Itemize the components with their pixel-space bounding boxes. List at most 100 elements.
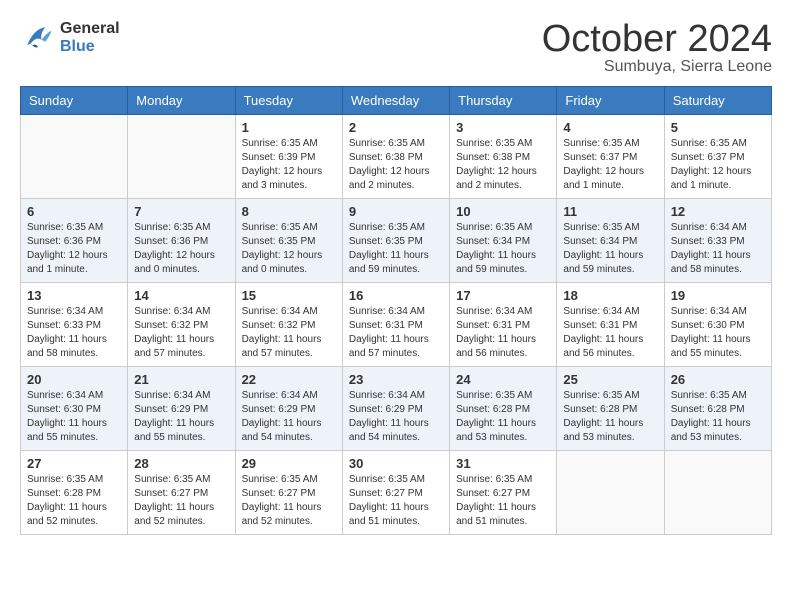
day-info: Sunrise: 6:34 AM Sunset: 6:32 PM Dayligh…: [134, 305, 228, 361]
day-number: 21: [134, 372, 228, 387]
day-info: Sunrise: 6:34 AM Sunset: 6:31 PM Dayligh…: [563, 305, 657, 361]
calendar-day-cell: 23Sunrise: 6:34 AM Sunset: 6:29 PM Dayli…: [342, 367, 449, 451]
calendar-day-cell: 21 Sunrise: 6:34 AM Sunset: 6:29 PM Dayli…: [128, 367, 235, 451]
day-info: Sunrise: 6:34 AM Sunset: 6:32 PM Dayligh…: [242, 305, 336, 361]
day-info: Sunrise: 6:34 AM Sunset: 6:31 PM Dayligh…: [349, 305, 443, 361]
day-number: 7: [134, 204, 228, 219]
calendar-week-row: 20Sunrise: 6:34 AM Sunset: 6:30 PM Dayli…: [21, 367, 772, 451]
calendar-day-cell: 10 Sunrise: 6:35 AM Sunset: 6:34 PM Dayli…: [450, 199, 557, 283]
calendar-day-cell: 15 Sunrise: 6:34 AM Sunset: 6:32 PM Dayli…: [235, 283, 342, 367]
day-number: 15: [242, 288, 336, 303]
calendar-day-cell: [21, 115, 128, 199]
calendar-week-row: 6Sunrise: 6:35 AM Sunset: 6:36 PM Daylig…: [21, 199, 772, 283]
day-number: 4: [563, 120, 657, 135]
day-info: Sunrise: 6:35 AM Sunset: 6:39 PM Dayligh…: [242, 137, 336, 193]
day-info: Sunrise: 6:35 AM Sunset: 6:38 PM Dayligh…: [456, 137, 550, 193]
page-header: General Blue October 2024 Sumbuya, Sierr…: [20, 20, 772, 76]
calendar-day-cell: 28Sunrise: 6:35 AM Sunset: 6:27 PM Dayli…: [128, 451, 235, 535]
weekday-header: Sunday: [21, 87, 128, 115]
day-number: 13: [27, 288, 121, 303]
day-info: Sunrise: 6:35 AM Sunset: 6:27 PM Dayligh…: [134, 473, 228, 529]
day-info: Sunrise: 6:35 AM Sunset: 6:34 PM Dayligh…: [456, 221, 550, 277]
day-info: Sunrise: 6:34 AM Sunset: 6:31 PM Dayligh…: [456, 305, 550, 361]
calendar-day-cell: 27Sunrise: 6:35 AM Sunset: 6:28 PM Dayli…: [21, 451, 128, 535]
day-number: 14: [134, 288, 228, 303]
day-info: Sunrise: 6:34 AM Sunset: 6:29 PM Dayligh…: [134, 389, 228, 445]
calendar-day-cell: 3 Sunrise: 6:35 AM Sunset: 6:38 PM Daylig…: [450, 115, 557, 199]
day-number: 29: [242, 456, 336, 471]
day-number: 5: [671, 120, 765, 135]
calendar-day-cell: 12 Sunrise: 6:34 AM Sunset: 6:33 PM Dayli…: [664, 199, 771, 283]
calendar-day-cell: 17 Sunrise: 6:34 AM Sunset: 6:31 PM Dayli…: [450, 283, 557, 367]
day-number: 10: [456, 204, 550, 219]
day-number: 26: [671, 372, 765, 387]
day-number: 19: [671, 288, 765, 303]
weekday-header: Saturday: [664, 87, 771, 115]
calendar-day-cell: 31Sunrise: 6:35 AM Sunset: 6:27 PM Dayli…: [450, 451, 557, 535]
day-info: Sunrise: 6:35 AM Sunset: 6:37 PM Dayligh…: [671, 137, 765, 193]
calendar-day-cell: 25Sunrise: 6:35 AM Sunset: 6:28 PM Dayli…: [557, 367, 664, 451]
day-number: 17: [456, 288, 550, 303]
calendar-day-cell: 5 Sunrise: 6:35 AM Sunset: 6:37 PM Daylig…: [664, 115, 771, 199]
day-number: 20: [27, 372, 121, 387]
calendar-day-cell: 29 Sunrise: 6:35 AM Sunset: 6:27 PM Dayli…: [235, 451, 342, 535]
day-info: Sunrise: 6:34 AM Sunset: 6:30 PM Dayligh…: [671, 305, 765, 361]
day-info: Sunrise: 6:35 AM Sunset: 6:28 PM Dayligh…: [671, 389, 765, 445]
day-info: Sunrise: 6:34 AM Sunset: 6:29 PM Dayligh…: [242, 389, 336, 445]
day-number: 3: [456, 120, 550, 135]
calendar-header: SundayMondayTuesdayWednesdayThursdayFrid…: [21, 87, 772, 115]
weekday-header: Thursday: [450, 87, 557, 115]
day-info: Sunrise: 6:35 AM Sunset: 6:35 PM Dayligh…: [349, 221, 443, 277]
calendar-day-cell: 6Sunrise: 6:35 AM Sunset: 6:36 PM Daylig…: [21, 199, 128, 283]
day-number: 18: [563, 288, 657, 303]
calendar-day-cell: [557, 451, 664, 535]
calendar-day-cell: 1 Sunrise: 6:35 AM Sunset: 6:39 PM Daylig…: [235, 115, 342, 199]
day-number: 16: [349, 288, 443, 303]
title-block: October 2024 Sumbuya, Sierra Leone: [542, 20, 772, 76]
day-info: Sunrise: 6:35 AM Sunset: 6:27 PM Dayligh…: [242, 473, 336, 529]
month-title: October 2024: [542, 20, 772, 58]
calendar-day-cell: 9Sunrise: 6:35 AM Sunset: 6:35 PM Daylig…: [342, 199, 449, 283]
day-info: Sunrise: 6:35 AM Sunset: 6:34 PM Dayligh…: [563, 221, 657, 277]
calendar-day-cell: 20Sunrise: 6:34 AM Sunset: 6:30 PM Dayli…: [21, 367, 128, 451]
calendar-day-cell: 2 Sunrise: 6:35 AM Sunset: 6:38 PM Daylig…: [342, 115, 449, 199]
header-row: SundayMondayTuesdayWednesdayThursdayFrid…: [21, 87, 772, 115]
day-info: Sunrise: 6:35 AM Sunset: 6:36 PM Dayligh…: [134, 221, 228, 277]
calendar-day-cell: 7 Sunrise: 6:35 AM Sunset: 6:36 PM Daylig…: [128, 199, 235, 283]
logo: General Blue: [20, 20, 120, 56]
day-info: Sunrise: 6:35 AM Sunset: 6:38 PM Dayligh…: [349, 137, 443, 193]
day-number: 1: [242, 120, 336, 135]
logo-icon: [20, 20, 56, 56]
calendar-body: 1 Sunrise: 6:35 AM Sunset: 6:39 PM Daylig…: [21, 115, 772, 535]
day-number: 23: [349, 372, 443, 387]
day-number: 27: [27, 456, 121, 471]
location: Sumbuya, Sierra Leone: [542, 58, 772, 76]
calendar-day-cell: 14 Sunrise: 6:34 AM Sunset: 6:32 PM Dayli…: [128, 283, 235, 367]
calendar-week-row: 27Sunrise: 6:35 AM Sunset: 6:28 PM Dayli…: [21, 451, 772, 535]
day-number: 24: [456, 372, 550, 387]
day-number: 11: [563, 204, 657, 219]
day-info: Sunrise: 6:35 AM Sunset: 6:28 PM Dayligh…: [563, 389, 657, 445]
calendar-day-cell: [664, 451, 771, 535]
day-info: Sunrise: 6:34 AM Sunset: 6:33 PM Dayligh…: [671, 221, 765, 277]
day-info: Sunrise: 6:34 AM Sunset: 6:33 PM Dayligh…: [27, 305, 121, 361]
calendar-day-cell: 18 Sunrise: 6:34 AM Sunset: 6:31 PM Dayli…: [557, 283, 664, 367]
weekday-header: Tuesday: [235, 87, 342, 115]
calendar-day-cell: 22 Sunrise: 6:34 AM Sunset: 6:29 PM Dayli…: [235, 367, 342, 451]
calendar-day-cell: 4Sunrise: 6:35 AM Sunset: 6:37 PM Daylig…: [557, 115, 664, 199]
calendar-day-cell: 8 Sunrise: 6:35 AM Sunset: 6:35 PM Daylig…: [235, 199, 342, 283]
day-info: Sunrise: 6:35 AM Sunset: 6:27 PM Dayligh…: [456, 473, 550, 529]
calendar-day-cell: 24Sunrise: 6:35 AM Sunset: 6:28 PM Dayli…: [450, 367, 557, 451]
weekday-header: Friday: [557, 87, 664, 115]
calendar-day-cell: 26 Sunrise: 6:35 AM Sunset: 6:28 PM Dayli…: [664, 367, 771, 451]
day-number: 2: [349, 120, 443, 135]
calendar-day-cell: 16 Sunrise: 6:34 AM Sunset: 6:31 PM Dayli…: [342, 283, 449, 367]
calendar-day-cell: 19 Sunrise: 6:34 AM Sunset: 6:30 PM Dayli…: [664, 283, 771, 367]
calendar-day-cell: 13 Sunrise: 6:34 AM Sunset: 6:33 PM Dayli…: [21, 283, 128, 367]
calendar-table: SundayMondayTuesdayWednesdayThursdayFrid…: [20, 86, 772, 535]
calendar-day-cell: 30Sunrise: 6:35 AM Sunset: 6:27 PM Dayli…: [342, 451, 449, 535]
day-info: Sunrise: 6:35 AM Sunset: 6:35 PM Dayligh…: [242, 221, 336, 277]
day-number: 12: [671, 204, 765, 219]
day-number: 22: [242, 372, 336, 387]
day-number: 8: [242, 204, 336, 219]
